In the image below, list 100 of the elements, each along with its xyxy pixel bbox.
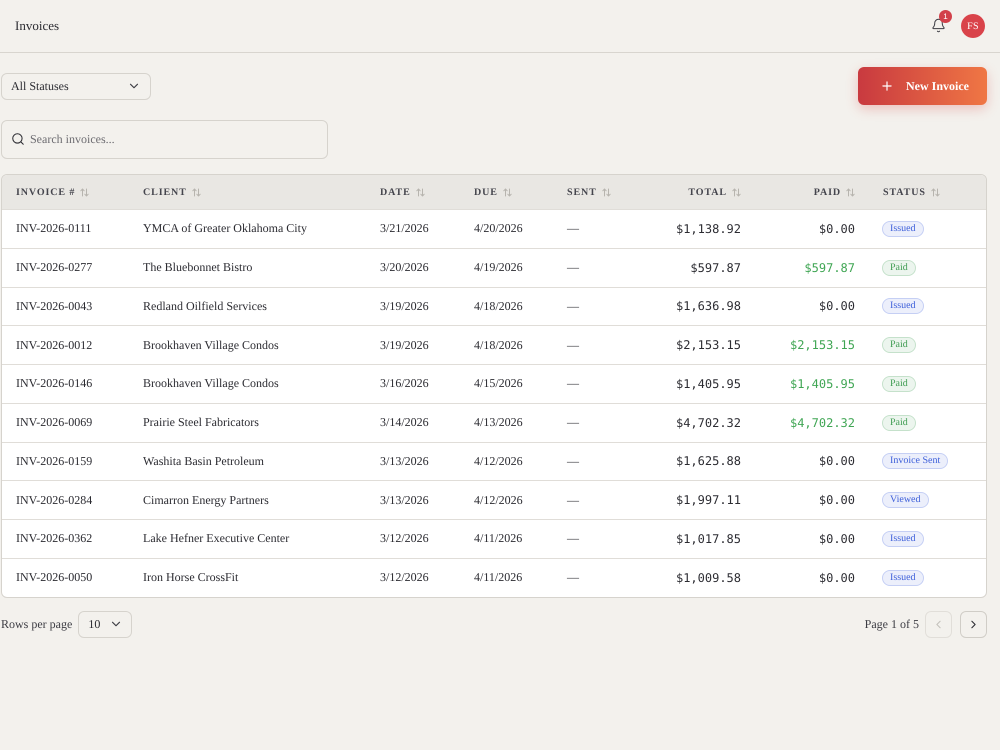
due-date-cell-text: 4/19/2026	[473, 260, 524, 276]
sent-cell-text: —	[566, 376, 580, 392]
sort-icon[interactable]	[930, 188, 940, 196]
total-cell-text: $1,636.98	[674, 299, 742, 314]
due-date-cell-text: 4/12/2026	[473, 492, 524, 508]
total-cell-text: $1,997.11	[674, 493, 742, 508]
client-cell-text: Lake Hefner Executive Center	[142, 531, 290, 546]
date-cell-text: 3/12/2026	[379, 570, 430, 586]
date-cell-text: 3/20/2026	[379, 260, 430, 276]
date-cell-text: 3/13/2026	[379, 454, 430, 469]
client-cell-text: Cimarron Energy Partners	[142, 492, 270, 508]
client-cell-text: Redland Oilfield Services	[142, 298, 268, 314]
paid-cell-text: $0.00	[818, 493, 856, 508]
invoice-number-cell-text: INV-2026-0362	[15, 531, 94, 546]
sort-icon[interactable]	[80, 188, 90, 196]
status-badge: Paid	[882, 260, 916, 276]
column-header[interactable]: CLIENT	[143, 186, 187, 198]
status-badge: Paid	[882, 376, 916, 392]
column-header[interactable]: STATUS	[883, 186, 926, 198]
total-cell-text: $1,625.88	[674, 454, 742, 468]
rows-per-page-select[interactable]: 10	[78, 610, 132, 638]
status-filter-select[interactable]: All Statuses	[1, 72, 151, 100]
rows-per-page-label: Rows per page	[1, 616, 72, 632]
new-invoice-button[interactable]: New Invoice	[858, 67, 987, 105]
invoice-number-cell-text: INV-2026-0159	[15, 454, 94, 469]
status-badge: Issued	[882, 530, 924, 547]
invoice-number-cell-text: INV-2026-0043	[15, 298, 94, 314]
page-title: Invoices	[15, 18, 60, 34]
next-page-button[interactable]	[960, 610, 987, 638]
sent-cell-text: —	[566, 298, 580, 314]
plus-icon	[880, 79, 894, 93]
column-header[interactable]: SENT	[567, 186, 597, 198]
user-avatar[interactable]: FS	[961, 14, 985, 38]
total-cell-text: $2,153.15	[674, 338, 742, 352]
sent-cell-text: —	[566, 338, 580, 353]
date-cell-text: 3/16/2026	[379, 376, 430, 392]
due-date-cell-text: 4/11/2026	[473, 531, 524, 546]
sort-icon[interactable]	[846, 188, 855, 196]
column-header[interactable]: INVOICE #	[16, 186, 76, 198]
paid-cell-text: $0.00	[818, 299, 856, 314]
invoice-number-cell-text: INV-2026-0050	[15, 570, 94, 586]
paid-cell-text: $0.00	[818, 532, 856, 546]
sort-icon[interactable]	[732, 188, 741, 196]
client-cell-text: Washita Basin Petroleum	[142, 454, 266, 469]
sent-cell-text: —	[566, 454, 580, 469]
paid-cell-text: $1,405.95	[788, 376, 856, 391]
total-cell-text: $597.87	[689, 260, 742, 275]
column-header[interactable]: PAID	[814, 186, 841, 198]
search-icon	[11, 132, 25, 146]
sort-icon[interactable]	[502, 188, 512, 196]
notification-bell-icon[interactable]	[931, 18, 946, 33]
client-cell-text: Brookhaven Village Condos	[142, 338, 280, 353]
due-date-cell-text: 4/18/2026	[473, 298, 524, 314]
invoice-number-cell-text: INV-2026-0012	[15, 338, 94, 353]
paid-cell-text: $0.00	[818, 570, 856, 585]
date-cell-text: 3/14/2026	[379, 415, 430, 430]
page-indicator: Page 1 of 5	[864, 616, 919, 632]
date-cell-text: 3/13/2026	[379, 492, 430, 508]
sent-cell-text: —	[566, 492, 580, 508]
due-date-cell-text: 4/11/2026	[473, 570, 524, 586]
sent-cell-text: —	[566, 415, 580, 430]
due-date-cell-text: 4/15/2026	[473, 376, 524, 392]
sort-icon[interactable]	[192, 188, 201, 196]
invoice-number-cell-text: INV-2026-0277	[15, 260, 94, 276]
column-header[interactable]: DUE	[474, 186, 498, 198]
status-badge: Invoice Sent	[882, 453, 948, 470]
status-badge: Issued	[882, 298, 924, 314]
paid-cell-text: $597.87	[803, 260, 856, 275]
sort-icon[interactable]	[602, 188, 611, 196]
client-cell-text: Prairie Steel Fabricators	[142, 415, 260, 430]
paid-cell-text: $4,702.32	[788, 416, 856, 430]
status-badge: Issued	[882, 570, 924, 586]
due-date-cell-text: 4/12/2026	[473, 454, 524, 469]
client-cell-text: YMCA of Greater Oklahoma City	[142, 221, 308, 236]
total-cell-text: $1,405.95	[674, 376, 742, 391]
total-cell-text: $1,009.58	[674, 570, 742, 585]
search-field[interactable]: Search invoices...	[1, 120, 328, 159]
due-date-cell-text: 4/20/2026	[473, 221, 524, 236]
notification-count-badge: 1	[939, 10, 952, 23]
column-header[interactable]: DATE	[380, 186, 411, 198]
client-cell-text: Iron Horse CrossFit	[142, 570, 240, 586]
status-badge: Issued	[882, 220, 924, 237]
status-badge: Paid	[882, 414, 916, 431]
sent-cell-text: —	[566, 570, 580, 586]
date-cell-text: 3/21/2026	[379, 221, 430, 236]
paid-cell-text: $0.00	[818, 454, 856, 468]
due-date-cell-text: 4/18/2026	[473, 338, 524, 353]
sort-icon[interactable]	[416, 188, 425, 196]
date-cell-text: 3/19/2026	[379, 298, 430, 314]
due-date-cell-text: 4/13/2026	[473, 415, 524, 430]
sent-cell-text: —	[566, 260, 580, 276]
status-badge: Paid	[882, 337, 916, 354]
paid-cell-text: $0.00	[818, 222, 856, 236]
total-cell-text: $4,702.32	[674, 416, 742, 430]
column-header[interactable]: TOTAL	[688, 186, 727, 198]
sent-cell-text: —	[566, 221, 580, 236]
date-cell-text: 3/12/2026	[379, 531, 430, 546]
invoice-number-cell-text: INV-2026-0146	[15, 376, 94, 392]
invoice-number-cell-text: INV-2026-0111	[15, 221, 92, 236]
total-cell-text: $1,138.92	[674, 222, 742, 236]
